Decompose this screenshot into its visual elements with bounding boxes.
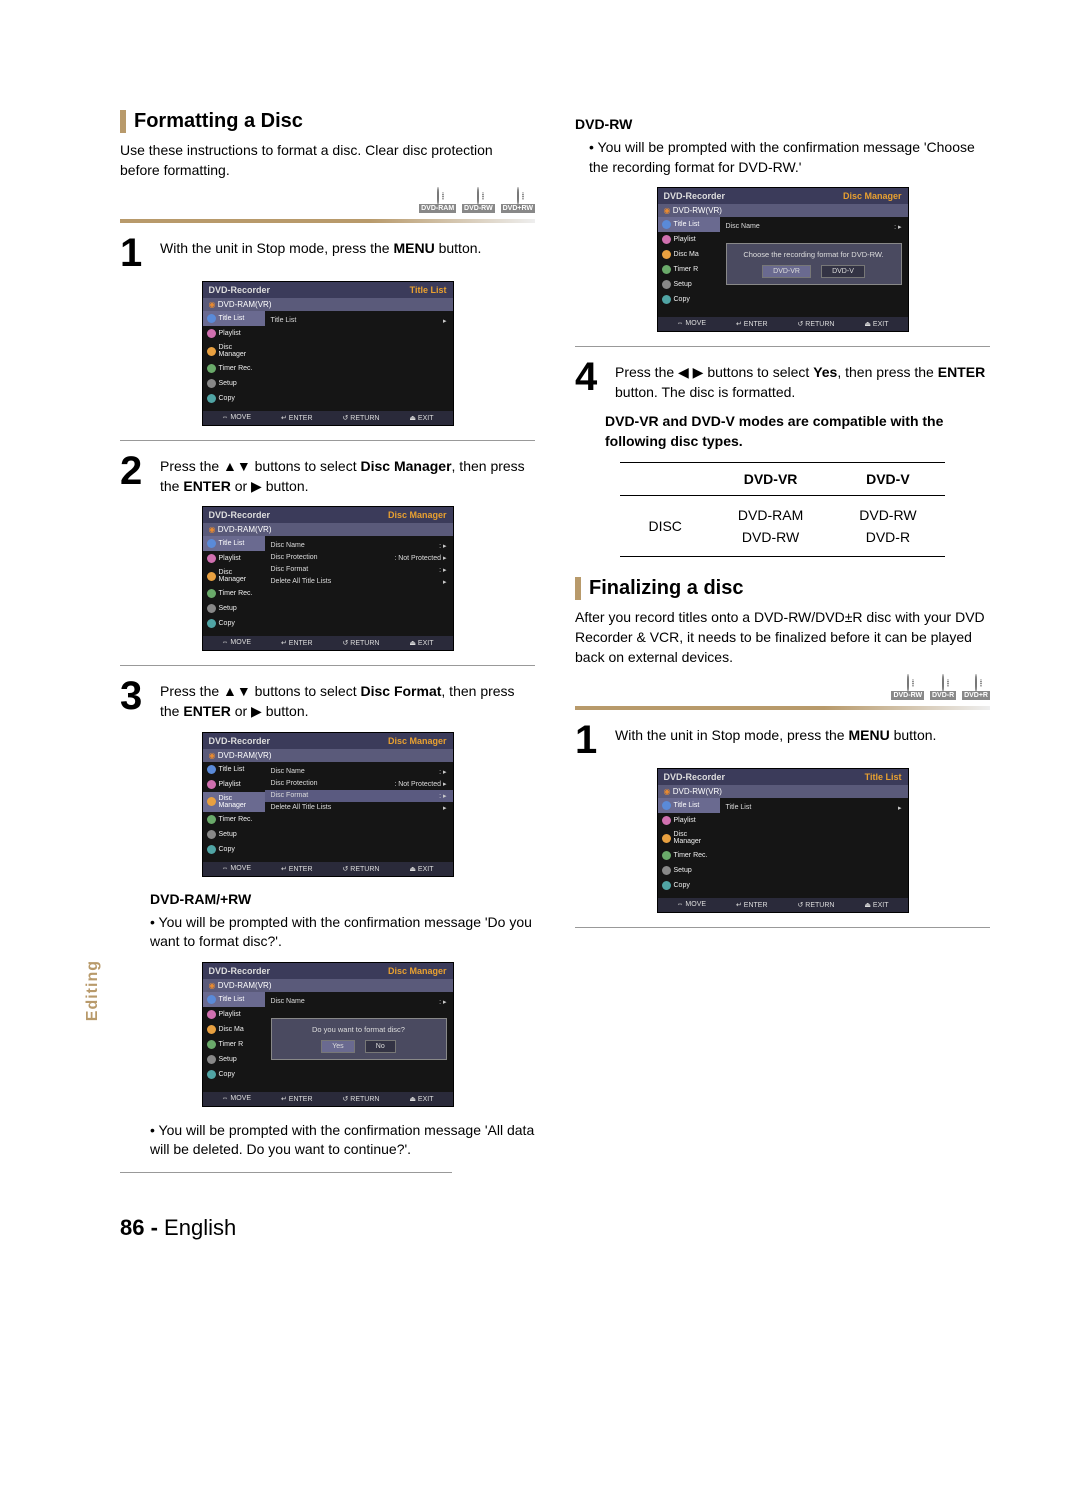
- step-1-finalize: 1 With the unit in Stop mode, press the …: [575, 722, 990, 758]
- disc-icon: [942, 674, 944, 692]
- page-language: English: [164, 1215, 236, 1240]
- disc-badge: DVD+RW: [501, 188, 535, 213]
- disc-badge: DVD-RW: [462, 188, 495, 213]
- step-number: 2: [120, 453, 148, 496]
- step-number: 3: [120, 678, 148, 721]
- disc-badge: DVD-R: [930, 675, 956, 700]
- formatting-intro: Use these instructions to format a disc.…: [120, 141, 535, 180]
- disc-icon: [477, 187, 479, 205]
- dialog-btn-yes: Yes: [321, 1040, 354, 1053]
- disc-icon: [975, 674, 977, 692]
- subhead-dvd-ram-rw: DVD-RAM/+RW: [150, 891, 535, 907]
- osd-screenshot-format-dialog: DVD-RecorderDisc Manager DVD-RAM(VR) Tit…: [202, 962, 454, 1107]
- osd-screenshot-disc-manager: DVD-RecorderDisc Manager DVD-RAM(VR) Tit…: [202, 506, 454, 651]
- step-text: Press the ▲▼ buttons to select Disc Mana…: [160, 453, 535, 496]
- step-number: 4: [575, 359, 603, 402]
- divider: [575, 706, 990, 710]
- disc-badges: DVD-RAM DVD-RW DVD+RW: [120, 188, 535, 213]
- osd-screenshot-disc-format: DVD-RecorderDisc Manager DVD-RAM(VR) Tit…: [202, 732, 454, 877]
- disc-badge: DVD-RAM: [419, 188, 456, 213]
- finalizing-intro: After you record titles onto a DVD-RW/DV…: [575, 608, 990, 667]
- compat-note: DVD-VR and DVD-V modes are compatible wi…: [605, 412, 990, 451]
- disc-badge: DVD+R: [962, 675, 990, 700]
- heading-formatting: Formatting a Disc: [120, 110, 535, 133]
- step-2: 2 Press the ▲▼ buttons to select Disc Ma…: [120, 453, 535, 496]
- step-1: 1 With the unit in Stop mode, press the …: [120, 235, 535, 271]
- disc-icon: [517, 187, 519, 205]
- step-text: Press the ◀ ▶ buttons to select Yes, the…: [615, 359, 990, 402]
- left-column: Formatting a Disc Use these instructions…: [120, 110, 535, 1185]
- heading-finalizing: Finalizing a disc: [575, 577, 990, 600]
- dialog-btn-dvdvr: DVD-VR: [762, 265, 811, 278]
- step-4: 4 Press the ◀ ▶ buttons to select Yes, t…: [575, 359, 990, 402]
- disc-badges: DVD-RW DVD-R DVD+R: [575, 675, 990, 700]
- subhead-dvd-rw: DVD-RW: [575, 116, 990, 132]
- compat-table: DVD-VRDVD-V DISC DVD-RAMDVD-RW DVD-RWDVD…: [620, 462, 944, 558]
- step-text: With the unit in Stop mode, press the ME…: [160, 235, 481, 271]
- osd-dialog: Choose the recording format for DVD-RW. …: [726, 243, 902, 285]
- page-footer: 86 - English: [120, 1215, 990, 1241]
- disc-badge: DVD-RW: [891, 675, 924, 700]
- divider: [120, 219, 535, 223]
- disc-icon: [907, 674, 909, 692]
- page-number: 86 -: [120, 1215, 158, 1240]
- bullet-text: You will be prompted with the confirmati…: [589, 138, 990, 177]
- section-tab: Editing: [84, 960, 102, 1021]
- right-column: DVD-RW You will be prompted with the con…: [575, 110, 990, 1185]
- manual-page: Editing Formatting a Disc Use these inst…: [0, 0, 1080, 1281]
- step-3: 3 Press the ▲▼ buttons to select Disc Fo…: [120, 678, 535, 721]
- disc-icon: [437, 187, 439, 205]
- dialog-btn-no: No: [365, 1040, 396, 1053]
- osd-dialog: Do you want to format disc? Yes No: [271, 1018, 447, 1060]
- osd-screenshot-dvdrw-dialog: DVD-RecorderDisc Manager DVD-RW(VR) Titl…: [657, 187, 909, 332]
- osd-screenshot-title-list: DVD-RecorderTitle List DVD-RW(VR) Title …: [657, 768, 909, 913]
- osd-screenshot-title-list: DVD-RecorderTitle List DVD-RAM(VR) Title…: [202, 281, 454, 426]
- step-text: Press the ▲▼ buttons to select Disc Form…: [160, 678, 535, 721]
- bullet-text: You will be prompted with the confirmati…: [150, 1121, 535, 1160]
- dialog-btn-dvdv: DVD-V: [821, 265, 865, 278]
- step-number: 1: [575, 722, 603, 758]
- step-number: 1: [120, 235, 148, 271]
- bullet-text: You will be prompted with the confirmati…: [150, 913, 535, 952]
- step-text: With the unit in Stop mode, press the ME…: [615, 722, 936, 758]
